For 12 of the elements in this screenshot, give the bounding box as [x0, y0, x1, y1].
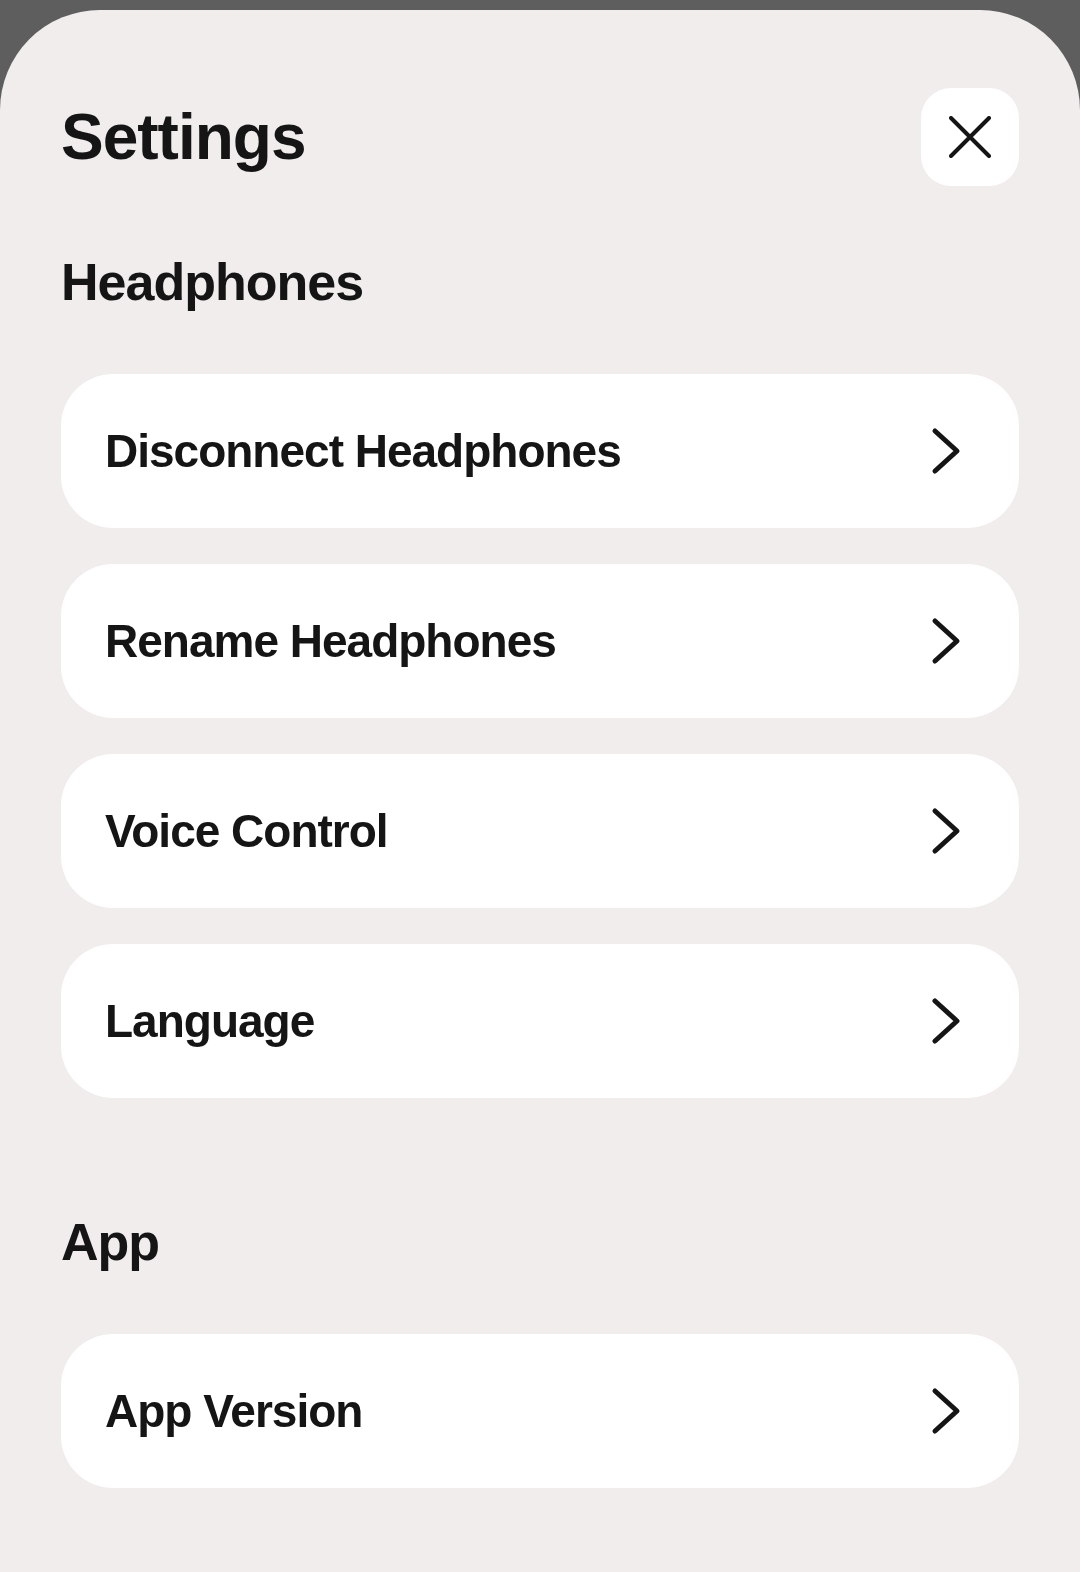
chevron-right-icon — [931, 617, 961, 665]
settings-row[interactable]: Disconnect Headphones — [61, 374, 1019, 528]
close-icon — [949, 116, 991, 158]
settings-row[interactable]: Language — [61, 944, 1019, 1098]
close-button[interactable] — [921, 88, 1019, 186]
settings-row[interactable]: Voice Control — [61, 754, 1019, 908]
settings-row[interactable]: App Version — [61, 1334, 1019, 1488]
chevron-right-icon — [931, 1387, 961, 1435]
chevron-right-icon — [931, 427, 961, 475]
settings-row[interactable]: Rename Headphones — [61, 564, 1019, 718]
chevron-right-icon — [931, 807, 961, 855]
chevron-right-icon — [931, 997, 961, 1045]
